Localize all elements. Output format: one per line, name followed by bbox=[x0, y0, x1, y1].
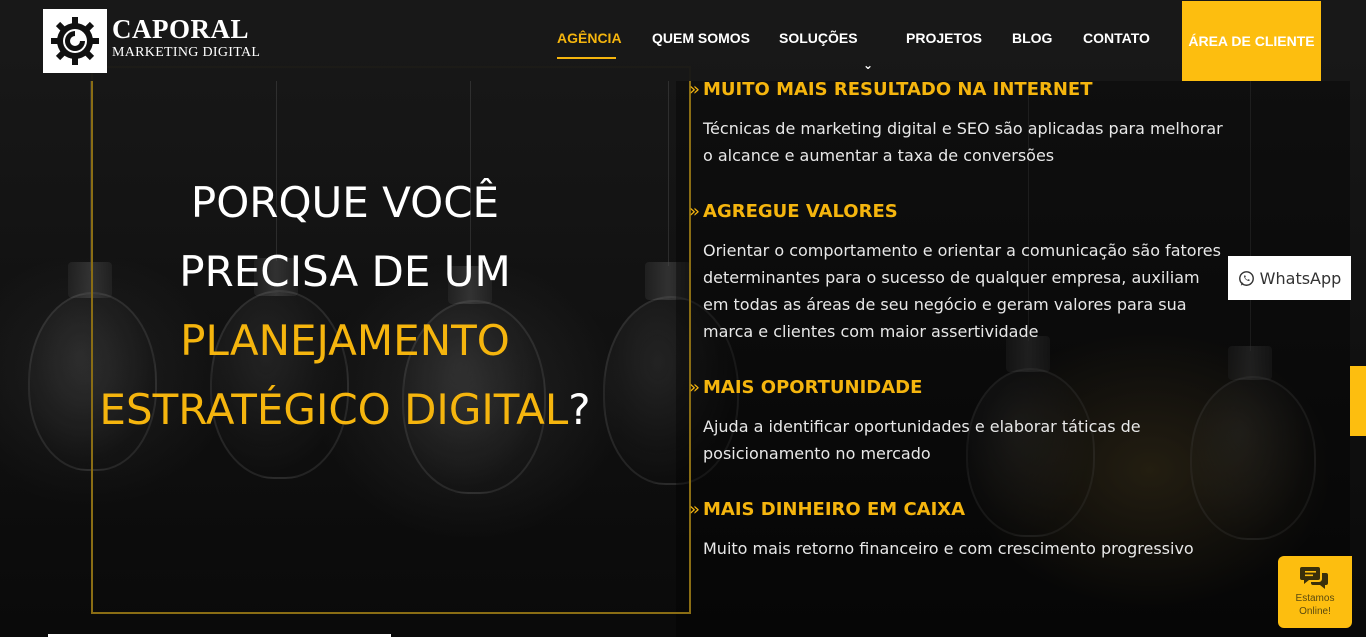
hero-headline: PORQUE VOCÊ PRECISA DE UM PLANEJAMENTO E… bbox=[60, 168, 630, 444]
nav-projetos[interactable]: PROJETOS bbox=[906, 30, 982, 46]
brand-tagline: MARKETING DIGITAL bbox=[112, 45, 261, 60]
feature-desc-1: Técnicas de marketing digital e SEO são … bbox=[703, 119, 1223, 165]
feature-title-text: MAIS OPORTUNIDADE bbox=[703, 377, 923, 398]
feature-title-4: » MAIS DINHEIRO EM CAIXA bbox=[689, 499, 965, 520]
feature-title-2: » AGREGUE VALORES bbox=[689, 201, 898, 222]
headline-line-2: PRECISA DE UM bbox=[179, 247, 511, 296]
bullet-icon: » bbox=[689, 377, 701, 398]
whatsapp-icon bbox=[1238, 270, 1254, 286]
active-nav-underline bbox=[557, 57, 616, 59]
nav-agencia[interactable]: AGÊNCIA bbox=[557, 30, 622, 46]
bullet-icon: » bbox=[689, 201, 701, 222]
feature-title-3: » MAIS OPORTUNIDADE bbox=[689, 377, 922, 398]
headline-highlight: ESTRATÉGICO DIGITAL bbox=[99, 385, 569, 434]
nav-contato[interactable]: CONTATO bbox=[1083, 30, 1150, 46]
headline-line-4: ESTRATÉGICO DIGITAL? bbox=[60, 375, 630, 444]
chevron-down-icon[interactable]: ⌄ bbox=[863, 58, 873, 72]
page: CAPORAL MARKETING DIGITAL AGÊNCIA QUEM S… bbox=[0, 0, 1366, 637]
gear-logo-icon bbox=[51, 17, 99, 65]
nav-blog[interactable]: BLOG bbox=[1012, 30, 1052, 46]
feature-title-text: AGREGUE VALORES bbox=[703, 201, 898, 222]
whatsapp-label: WhatsApp bbox=[1259, 268, 1342, 288]
feature-desc-2: Orientar o comportamento e orientar a co… bbox=[703, 241, 1221, 341]
logo[interactable] bbox=[43, 9, 107, 73]
chat-status-line-2: Online! bbox=[1299, 606, 1331, 617]
chat-status-line-1: Estamos bbox=[1295, 593, 1335, 604]
chat-bubbles-icon bbox=[1300, 567, 1328, 589]
bullet-icon: » bbox=[689, 79, 701, 100]
chat-status: Estamos Online! bbox=[1278, 592, 1352, 618]
headline-line-3: PLANEJAMENTO bbox=[180, 316, 510, 365]
brand-name[interactable]: CAPORAL bbox=[112, 14, 249, 44]
site-header: CAPORAL MARKETING DIGITAL AGÊNCIA QUEM S… bbox=[0, 0, 1366, 81]
feature-title-text: MAIS DINHEIRO EM CAIXA bbox=[703, 499, 966, 520]
feature-desc-3: Ajuda a identificar oportunidades e elab… bbox=[703, 417, 1141, 463]
headline-question-mark: ? bbox=[568, 385, 591, 434]
feature-desc-4: Muito mais retorno financeiro e com cres… bbox=[703, 539, 1194, 558]
headline-line-1: PORQUE VOCÊ bbox=[190, 178, 500, 227]
client-area-button[interactable]: ÁREA DE CLIENTE bbox=[1182, 1, 1321, 81]
chat-widget-button[interactable]: Estamos Online! bbox=[1278, 556, 1352, 628]
nav-quem-somos[interactable]: QUEM SOMOS bbox=[652, 30, 750, 46]
side-scroll-tab[interactable] bbox=[1350, 366, 1366, 436]
nav-solucoes[interactable]: SOLUÇÕES bbox=[779, 30, 858, 46]
bullet-icon: » bbox=[689, 499, 701, 520]
feature-title-1: » MUITO MAIS RESULTADO NA INTERNET bbox=[689, 79, 1093, 100]
whatsapp-button[interactable]: WhatsApp bbox=[1228, 256, 1351, 300]
feature-title-text: MUITO MAIS RESULTADO NA INTERNET bbox=[703, 79, 1093, 100]
